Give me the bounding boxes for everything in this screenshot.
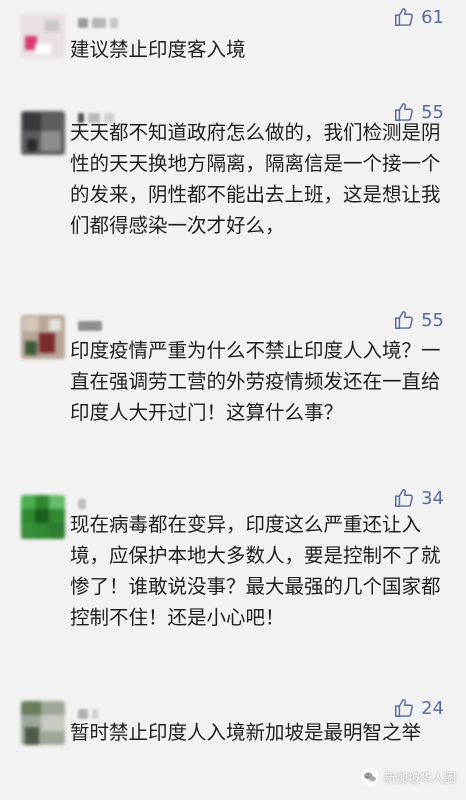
like-button[interactable]: 55: [393, 309, 444, 331]
avatar[interactable]: [21, 495, 65, 539]
like-button[interactable]: 24: [393, 697, 444, 719]
comment-text: 现在病毒都在变异，印度这么严重还让入境，应保护本地大多数人，要是控制不了就惨了！…: [70, 513, 441, 629]
avatar[interactable]: [21, 701, 65, 745]
like-button[interactable]: 34: [393, 487, 444, 509]
avatar[interactable]: [21, 111, 65, 155]
avatar[interactable]: [21, 14, 65, 58]
comment-text: 暂时禁止印度人入境新加坡是最明智之举: [70, 721, 422, 744]
wechat-icon: [360, 768, 379, 786]
like-count: 34: [421, 487, 444, 509]
like-button[interactable]: 61: [393, 6, 444, 28]
thumbs-up-icon: [395, 489, 414, 507]
comment-text: 印度疫情严重为什么不禁止印度人入境？一直在强调劳工营的外劳疫情频发还在一直给印度…: [70, 339, 441, 424]
like-count: 61: [421, 6, 444, 28]
watermark-text: 新加坡华人圈: [383, 770, 456, 785]
watermark: 新加坡华人圈: [360, 768, 456, 786]
username-blurred: [78, 16, 118, 30]
like-count: 55: [421, 309, 444, 331]
thumbs-up-icon: [395, 8, 414, 26]
username-blurred: [78, 319, 102, 333]
thumbs-up-icon: [395, 311, 414, 329]
avatar[interactable]: [21, 315, 65, 359]
comment-text: 建议禁止印度客入境: [70, 38, 246, 61]
comment-text: 天天都不知道政府怎么做的，我们检测是阴性的天天换地方隔离，隔离信是一个接一个的发…: [70, 121, 441, 237]
like-count: 24: [421, 697, 444, 719]
thumbs-up-icon: [395, 699, 414, 717]
